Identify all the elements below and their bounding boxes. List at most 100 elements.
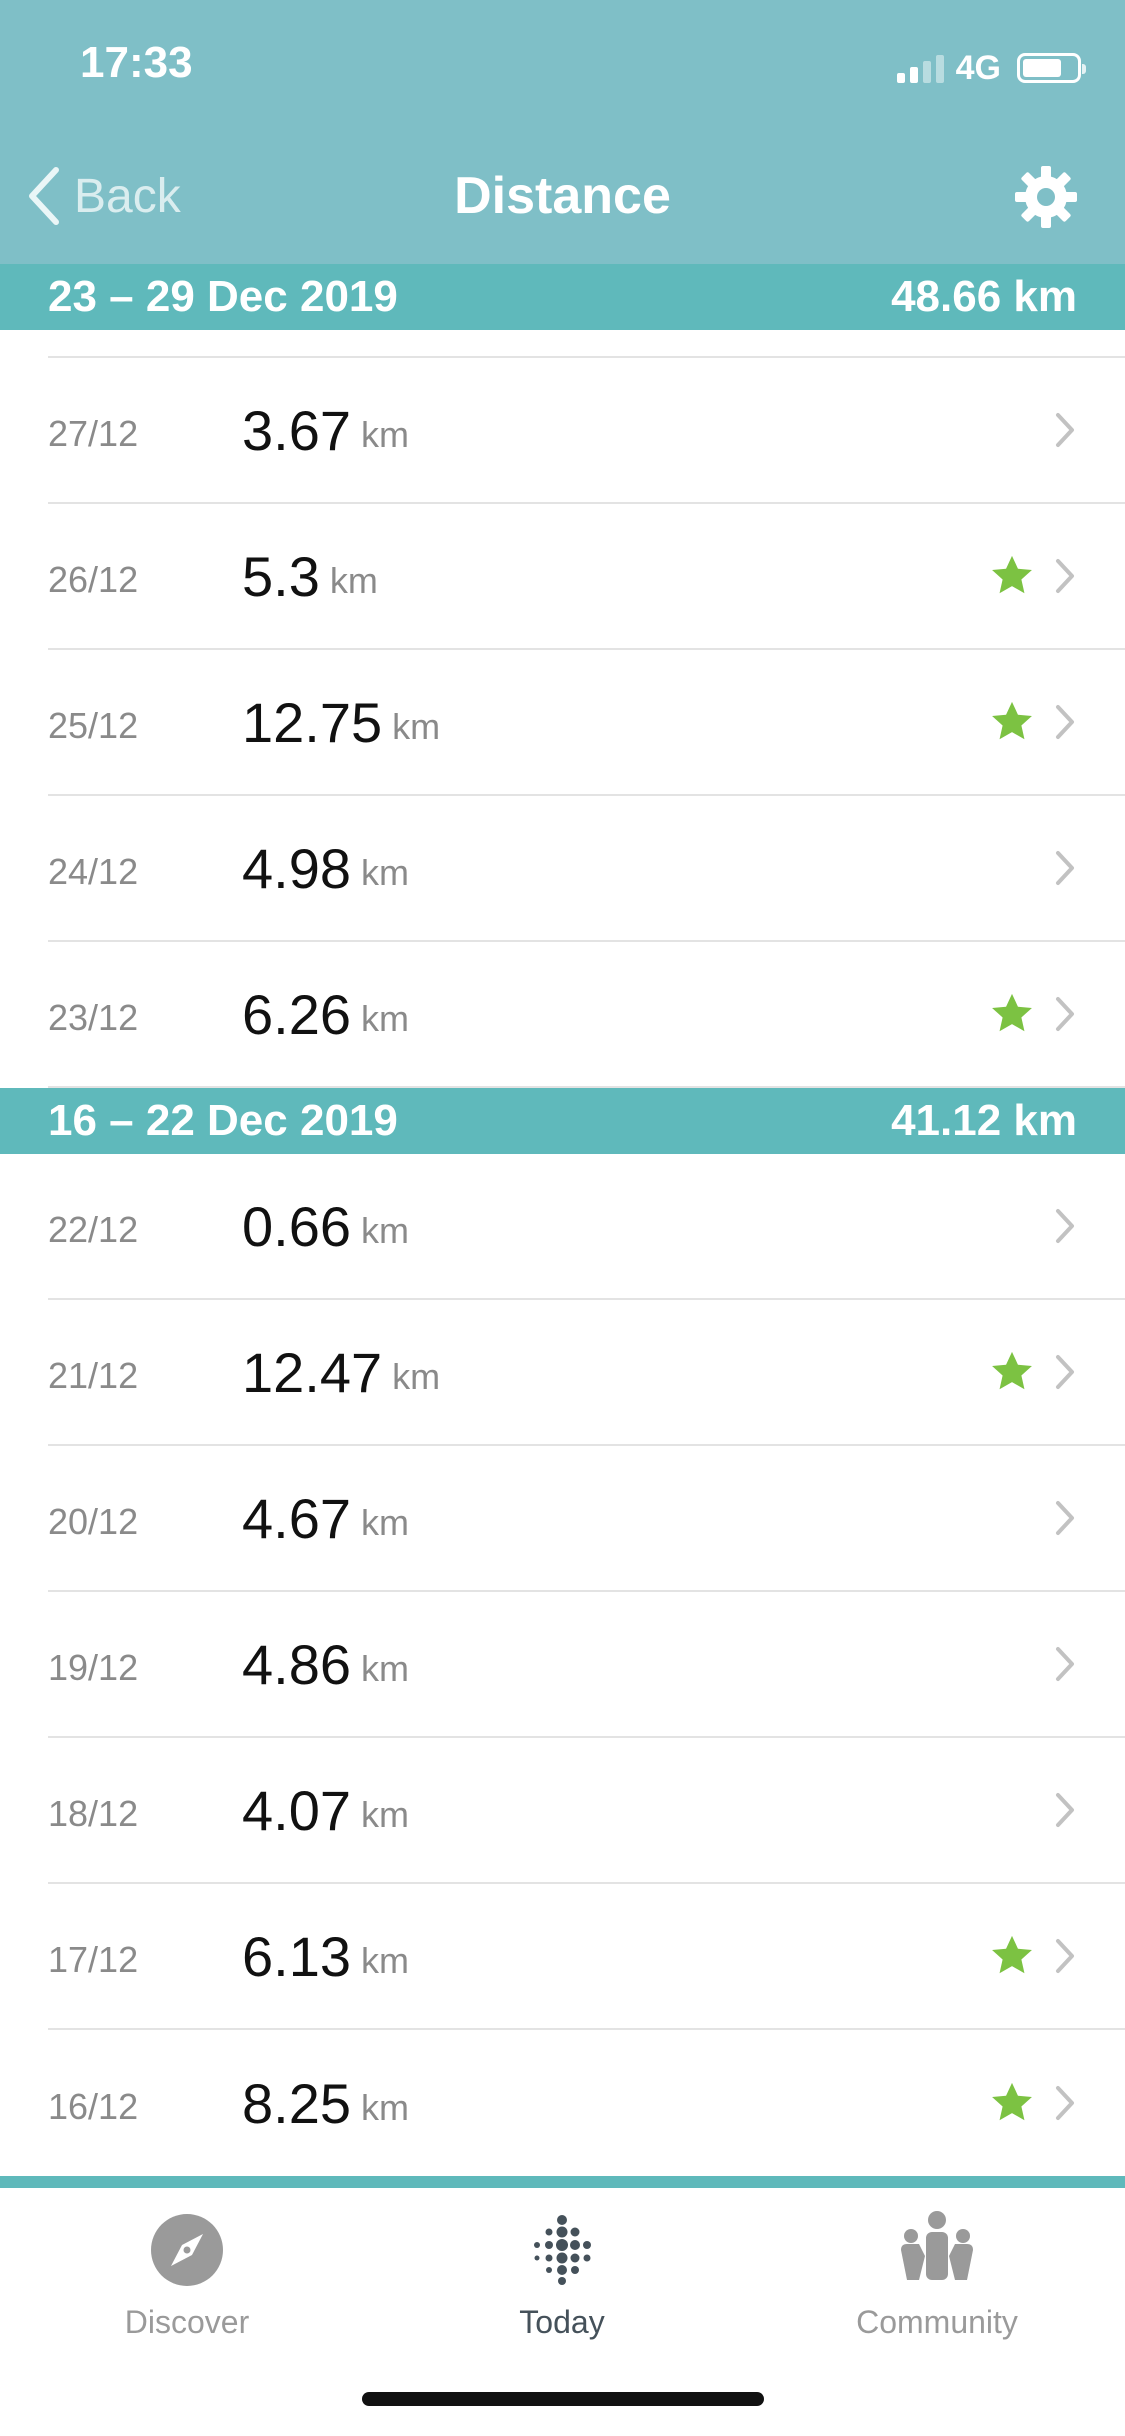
row-indicators [1053, 1154, 1077, 1298]
distance-value: 3.67 [242, 398, 351, 462]
row-indicators [1053, 358, 1077, 502]
status-indicators: 4G [896, 46, 1086, 90]
day-date: 17/12 [48, 1939, 139, 1980]
tab-label: Community [856, 2304, 1018, 2340]
distance-unit: km [361, 1648, 409, 1689]
list-row-partial [48, 330, 1125, 358]
signal-bar [935, 55, 944, 83]
day-row[interactable]: 16/12 8.25 km [48, 2030, 1125, 2176]
row-indicators [989, 504, 1077, 648]
chevron-right-icon [1056, 851, 1074, 885]
day-row[interactable]: 17/12 6.13 km [48, 1884, 1125, 2030]
day-date: 19/12 [48, 1647, 139, 1688]
day-row[interactable]: 24/12 4.98 km [48, 796, 1125, 942]
status-time: 17:33 [80, 38, 193, 87]
home-indicator [362, 2392, 764, 2406]
distance-unit: km [392, 1356, 441, 1397]
goal-star-icon [992, 1935, 1032, 1974]
tab-today[interactable]: Today [412, 2210, 712, 2341]
distance-unit: km [361, 1940, 409, 1981]
distance-value: 12.75 [242, 690, 383, 754]
chevron-right-icon [1056, 1939, 1074, 1973]
day-row[interactable]: 26/12 5.3 km [48, 504, 1125, 650]
chevron-right-icon [1056, 1355, 1074, 1389]
day-row[interactable]: 21/12 12.47 km [48, 1300, 1125, 1446]
day-date: 23/12 [48, 997, 139, 1038]
distance-list[interactable]: 23 – 29 Dec 2019 48.66 km 27/12 3.67 km 26/12… [0, 264, 1125, 2178]
distance-value: 4.98 [242, 836, 351, 900]
day-date: 16/12 [48, 2086, 139, 2127]
day-row[interactable]: 19/12 4.86 km [48, 1592, 1125, 1738]
day-row[interactable]: 22/12 0.66 km [48, 1154, 1125, 1300]
goal-star-icon [992, 555, 1032, 594]
chevron-right-icon [1056, 559, 1074, 593]
row-indicators [1053, 796, 1077, 940]
day-date: 21/12 [48, 1355, 139, 1396]
list-bottom-divider [0, 2176, 1125, 2188]
week-range: 23 – 29 Dec 2019 [48, 272, 398, 321]
row-indicators [989, 1884, 1077, 2028]
row-indicators [989, 1300, 1077, 1444]
distance-value: 4.86 [242, 1632, 351, 1696]
distance-value: 5.3 [242, 544, 320, 608]
day-row[interactable]: 20/12 4.67 km [48, 1446, 1125, 1592]
chevron-right-icon [1056, 413, 1074, 447]
signal-bar [909, 67, 918, 83]
distance-unit: km [361, 852, 409, 893]
compass-icon [151, 2214, 223, 2286]
tab-label: Today [519, 2304, 605, 2340]
day-date: 18/12 [48, 1793, 139, 1834]
goal-star-icon [992, 701, 1032, 740]
distance-value: 0.66 [242, 1194, 351, 1258]
distance-value: 4.67 [242, 1486, 351, 1550]
chevron-right-icon [1056, 1209, 1074, 1243]
row-indicators [1053, 1446, 1077, 1590]
signal-bar [922, 61, 931, 83]
row-indicators [989, 650, 1077, 794]
page-title: Distance [454, 167, 671, 225]
row-indicators [989, 2030, 1077, 2176]
distance-unit: km [361, 998, 409, 1039]
signal-strength-icon [896, 53, 944, 83]
gear-icon[interactable] [1013, 164, 1079, 230]
goal-star-icon [992, 993, 1032, 1032]
chevron-right-icon [1056, 705, 1074, 739]
distance-unit: km [361, 1794, 409, 1835]
row-indicators [1053, 1738, 1077, 1882]
distance-value: 12.47 [242, 1340, 383, 1404]
chevron-right-icon [1056, 997, 1074, 1031]
app-header: 17:33 4G Back Distance [0, 0, 1125, 264]
tab-discover[interactable]: Discover [37, 2210, 337, 2341]
week-header: 23 – 29 Dec 2019 48.66 km [0, 264, 1125, 330]
week-total: 48.66 km [891, 272, 1077, 321]
distance-value: 4.07 [242, 1778, 351, 1842]
day-row[interactable]: 18/12 4.07 km [48, 1738, 1125, 1884]
day-row[interactable]: 25/12 12.75 km [48, 650, 1125, 796]
day-row[interactable]: 23/12 6.26 km [48, 942, 1125, 1088]
tab-label: Discover [124, 2304, 250, 2340]
fitbit-dots-icon [534, 2215, 591, 2285]
distance-unit: km [361, 414, 409, 455]
week-header: 16 – 22 Dec 2019 41.12 km [0, 1088, 1125, 1154]
week-total: 41.12 km [891, 1096, 1077, 1145]
goal-star-icon [992, 1351, 1032, 1390]
tab-community[interactable]: Community [787, 2210, 1087, 2341]
signal-bar [896, 73, 905, 83]
day-date: 27/12 [48, 413, 139, 454]
distance-value: 6.13 [242, 1924, 351, 1988]
distance-unit: km [361, 1210, 409, 1251]
chevron-right-icon [1056, 1501, 1074, 1535]
community-people-icon [901, 2211, 973, 2280]
chevron-right-icon [1056, 1793, 1074, 1827]
day-row[interactable]: 27/12 3.67 km [48, 358, 1125, 504]
day-date: 24/12 [48, 851, 139, 892]
battery-icon [1017, 53, 1086, 83]
distance-value: 6.26 [242, 982, 351, 1046]
week-range: 16 – 22 Dec 2019 [48, 1096, 398, 1145]
row-indicators [1053, 1592, 1077, 1736]
distance-value: 8.25 [242, 2071, 351, 2135]
day-date: 22/12 [48, 1209, 139, 1250]
distance-unit: km [361, 2087, 409, 2128]
distance-unit: km [329, 560, 378, 601]
chevron-right-icon [1056, 2086, 1074, 2120]
